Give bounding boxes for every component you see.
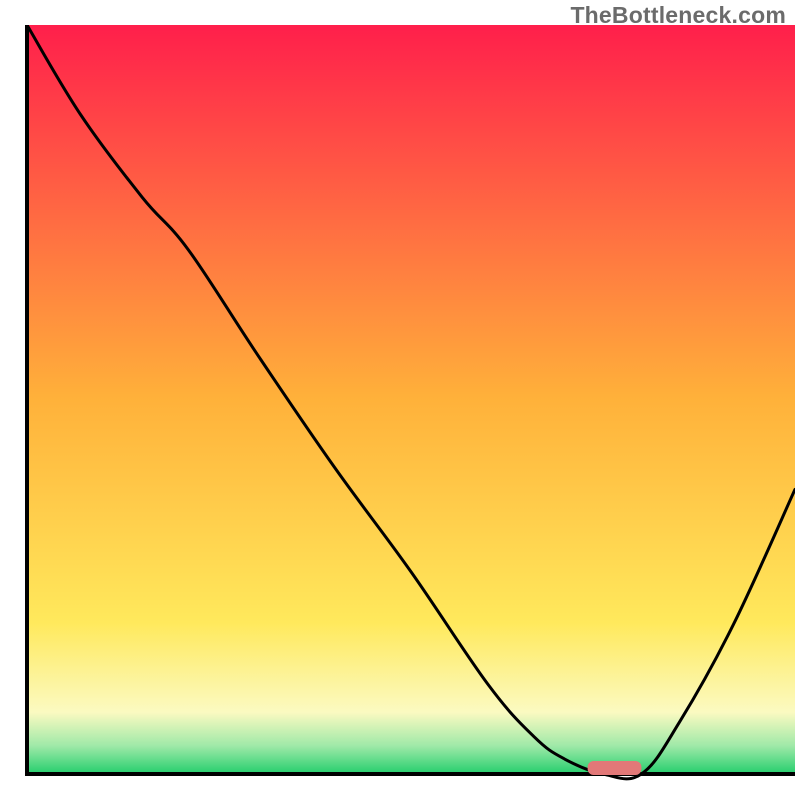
gradient-background	[29, 25, 795, 772]
chart-svg	[25, 25, 795, 785]
optimal-range-marker	[588, 761, 642, 775]
chart-frame: TheBottleneck.com	[0, 0, 800, 800]
attribution-text: TheBottleneck.com	[570, 2, 786, 29]
plot-area	[25, 25, 795, 785]
